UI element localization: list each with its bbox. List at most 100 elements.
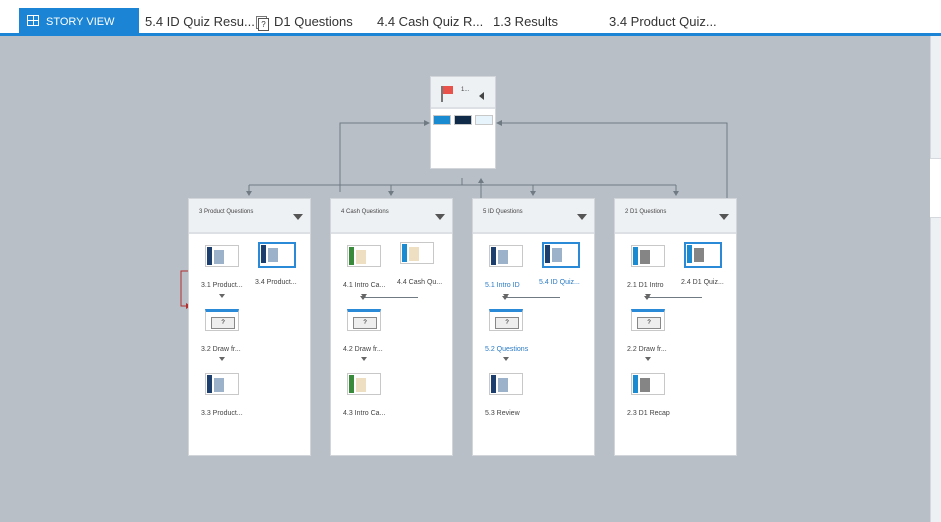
slide-label: 3.1 Product...	[201, 282, 243, 289]
slide-image	[214, 250, 224, 264]
slide-label: 3.3 Product...	[201, 410, 243, 417]
slide-label: 4.3 Intro Ca...	[343, 410, 386, 417]
slide-image	[640, 378, 650, 392]
slide-label: 5.4 ID Quiz...	[539, 279, 580, 286]
group-header: 4 Cash Questions	[331, 199, 452, 234]
expand-caret-icon[interactable]	[435, 214, 445, 220]
group-header: 2 D1 Questions	[615, 199, 736, 234]
slide-thumbnail[interactable]	[205, 373, 239, 395]
slide-thumbnail[interactable]: ?	[489, 309, 523, 331]
slide-label: 2.4 D1 Quiz...	[681, 279, 724, 286]
start-node-label: 1...	[461, 87, 470, 93]
group-node[interactable]: 3 Product Questions 3.1 Product... 3.4 Pro…	[188, 198, 311, 456]
slide-label: 4.2 Draw fr...	[343, 346, 383, 353]
slide-sidebar	[633, 247, 638, 265]
slide-thumbnail[interactable]	[205, 245, 239, 267]
group-node[interactable]: 2 D1 Questions 2.1 D1 Intro 2.4 D1 Quiz...…	[614, 198, 737, 456]
group-header: 3 Product Questions	[189, 199, 310, 234]
start-node[interactable]: 1...	[430, 76, 496, 169]
slide-thumbnail[interactable]	[631, 245, 665, 267]
slide-thumbnail[interactable]: ?	[205, 309, 239, 331]
slide-label: 2.3 D1 Recap	[627, 410, 670, 417]
slide-image	[214, 378, 224, 392]
slide-image	[498, 250, 508, 264]
slide-sidebar	[491, 375, 496, 393]
flag-icon	[441, 86, 453, 102]
slide-thumbnail[interactable]	[542, 242, 580, 268]
slide-thumbnail[interactable]	[454, 115, 472, 125]
branch-line	[363, 297, 418, 298]
slide-image	[409, 247, 419, 261]
slide-thumbnail[interactable]	[347, 373, 381, 395]
slide-label: 4.1 Intro Ca...	[343, 282, 386, 289]
arrow-head	[496, 120, 502, 126]
slide-label: 5.2 Questions	[485, 346, 529, 353]
arrow-down-icon	[361, 357, 367, 361]
arrow-down-icon	[644, 296, 650, 300]
slide-thumbnail[interactable]	[684, 242, 722, 268]
group-title: 3 Product Questions	[199, 209, 254, 215]
slide-sidebar	[349, 375, 354, 393]
slide-thumbnail[interactable]	[347, 245, 381, 267]
slide-sidebar	[545, 245, 550, 263]
question-slide-icon: ?	[495, 317, 519, 329]
slide-thumbnail[interactable]: ?	[631, 309, 665, 331]
question-slide-icon: ?	[211, 317, 235, 329]
connector-right	[500, 122, 728, 198]
arrow-head	[246, 191, 252, 196]
slide-label: 2.1 D1 Intro	[627, 282, 664, 289]
arrow-down-icon	[219, 357, 225, 361]
slide-thumbnail[interactable]	[631, 373, 665, 395]
arrow-head	[673, 191, 679, 196]
connector-trunk	[248, 178, 677, 198]
slide-image	[552, 248, 562, 262]
slide-image	[268, 248, 278, 262]
expand-caret-icon[interactable]	[293, 214, 303, 220]
slide-label: 4.4 Cash Qu...	[397, 279, 443, 286]
slide-label: 3.4 Product...	[255, 279, 297, 286]
slide-sidebar	[402, 244, 407, 262]
slide-image	[498, 378, 508, 392]
slide-image	[694, 248, 704, 262]
start-node-header: 1...	[431, 77, 495, 109]
collapse-icon[interactable]	[479, 92, 484, 100]
arrow-down-icon	[219, 294, 225, 298]
group-node[interactable]: 5 ID Questions 5.1 Intro ID 5.4 ID Quiz...…	[472, 198, 595, 456]
slide-sidebar	[633, 375, 638, 393]
slide-sidebar	[349, 247, 354, 265]
arrow-down-icon	[645, 357, 651, 361]
slide-sidebar	[207, 375, 212, 393]
arrow-down-icon	[360, 296, 366, 300]
group-title: 5 ID Questions	[483, 209, 523, 215]
slide-image	[356, 250, 366, 264]
slide-thumbnail[interactable]	[489, 373, 523, 395]
question-slide-icon: ?	[353, 317, 377, 329]
question-slide-icon: ?	[637, 317, 661, 329]
slide-thumbnail[interactable]	[489, 245, 523, 267]
arrow-head	[530, 191, 536, 196]
slide-sidebar	[491, 247, 496, 265]
group-node[interactable]: 4 Cash Questions 4.1 Intro Ca... 4.4 Cash …	[330, 198, 453, 456]
slide-label: 5.1 Intro ID	[485, 282, 520, 289]
slide-image	[640, 250, 650, 264]
slide-thumbnail[interactable]	[400, 242, 434, 264]
arrow-head	[478, 178, 484, 183]
slide-label: 2.2 Draw fr...	[627, 346, 667, 353]
slide-label: 5.3 Review	[485, 410, 520, 417]
group-title: 2 D1 Questions	[625, 209, 667, 215]
arrow-head	[388, 191, 394, 196]
group-header: 5 ID Questions	[473, 199, 594, 234]
expand-caret-icon[interactable]	[577, 214, 587, 220]
slide-image	[356, 378, 366, 392]
slide-thumbnail[interactable]	[475, 115, 493, 125]
slide-sidebar	[261, 245, 266, 263]
slide-thumbnail[interactable]: ?	[347, 309, 381, 331]
slide-thumbnail[interactable]	[433, 115, 451, 125]
connector-left	[339, 122, 426, 192]
branch-line	[647, 297, 702, 298]
expand-caret-icon[interactable]	[719, 214, 729, 220]
slide-sidebar	[687, 245, 692, 263]
arrow-down-icon	[503, 357, 509, 361]
arrow-down-icon	[502, 296, 508, 300]
slide-thumbnail[interactable]	[258, 242, 296, 268]
